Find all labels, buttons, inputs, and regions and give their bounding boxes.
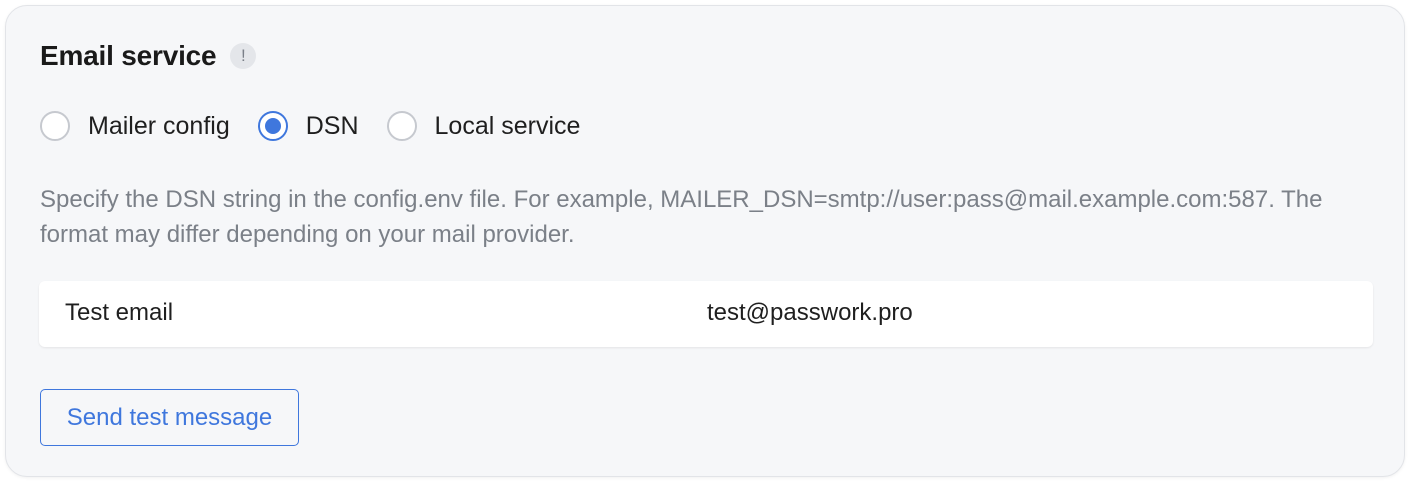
radio-option-dsn[interactable]: DSN — [257, 111, 359, 141]
radio-option-local-service[interactable]: Local service — [386, 111, 581, 141]
test-email-row: Test email test@passwork.pro — [39, 281, 1373, 347]
test-email-label: Test email — [65, 299, 174, 326]
radio-dot-icon — [264, 118, 281, 134]
send-test-message-button[interactable]: Send test message — [40, 389, 299, 446]
radio-checked-icon[interactable] — [257, 111, 288, 141]
radio-label-dsn: DSN — [305, 111, 359, 140]
radio-option-mailer-config[interactable]: Mailer config — [40, 111, 230, 141]
info-icon[interactable]: ! — [230, 43, 257, 69]
radio-unchecked-icon[interactable] — [386, 111, 417, 141]
test-email-value[interactable]: test@passwork.pro — [707, 281, 913, 345]
radio-label-mailer-config: Mailer config — [88, 111, 230, 140]
email-service-card: Email service ! Mailer config DSN Local … — [5, 5, 1405, 477]
radio-label-local-service: Local service — [434, 111, 581, 140]
mail-mode-radio-group: Mailer config DSN Local service — [40, 108, 608, 144]
section-title: Email service — [40, 40, 217, 71]
dsn-help-text: Specify the DSN string in the config.env… — [40, 186, 1323, 248]
radio-unchecked-icon[interactable] — [40, 111, 70, 141]
section-header: Email service ! — [40, 40, 257, 72]
